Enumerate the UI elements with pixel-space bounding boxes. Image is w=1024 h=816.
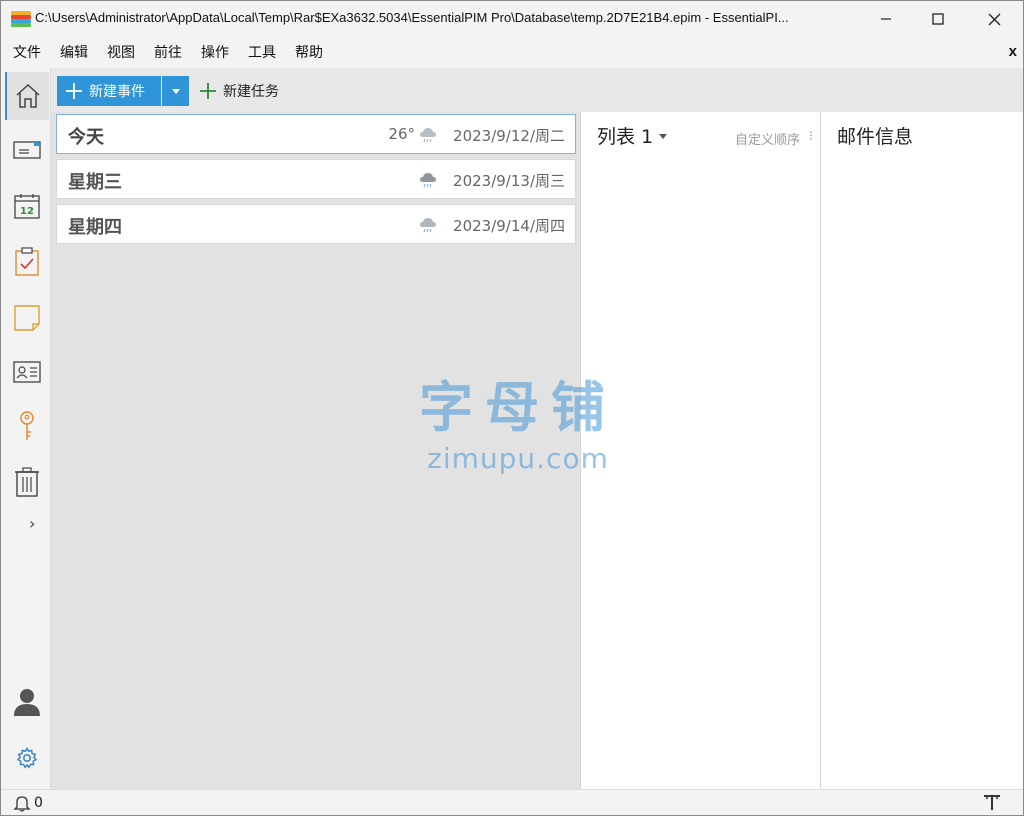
menu-go[interactable]: 前往 — [147, 42, 189, 62]
new-task-button[interactable]: 新建任务 — [199, 76, 279, 106]
close-button[interactable] — [971, 1, 1017, 37]
sidebar-item-contacts[interactable] — [5, 348, 49, 396]
toolbar: 新建事件 新建任务 — [51, 68, 1023, 112]
menu-tools[interactable]: 工具 — [241, 42, 283, 62]
day-name: 星期四 — [68, 217, 122, 238]
menu-help[interactable]: 帮助 — [288, 42, 330, 62]
sidebar-item-account[interactable] — [5, 678, 49, 726]
menu-close-button[interactable]: x — [1009, 43, 1017, 60]
new-event-label: 新建事件 — [89, 84, 145, 100]
trash-icon — [15, 467, 39, 497]
sidebar-item-today[interactable] — [5, 72, 49, 120]
day-card-thursday[interactable]: 星期四 2023/9/14/周四 — [56, 204, 576, 244]
sidebar-expand-chevron-icon[interactable]: › — [29, 514, 35, 533]
text-size-icon[interactable] — [983, 793, 1001, 811]
day-date: 2023/9/12/周二 — [453, 127, 565, 145]
notification-count: 0 — [34, 795, 43, 811]
window-title: C:\Users\Administrator\AppData\Local\Tem… — [35, 10, 789, 25]
day-name: 今天 — [68, 127, 104, 148]
note-icon — [14, 305, 40, 331]
home-icon — [16, 83, 40, 108]
day-card-today[interactable]: 今天 26° 2023/9/12/周二 — [56, 114, 576, 154]
new-task-label: 新建任务 — [223, 84, 279, 100]
title-bar: C:\Users\Administrator\AppData\Local\Tem… — [1, 1, 1023, 37]
sidebar-item-settings[interactable] — [5, 734, 49, 782]
maximize-icon — [932, 13, 944, 25]
sidebar-item-calendar[interactable]: 12 — [5, 182, 49, 230]
bell-icon[interactable] — [13, 794, 31, 812]
today-view-panel: 今天 26° 2023/9/12/周二 星期三 2023/9/13/周三 星期四 — [51, 112, 580, 789]
user-icon — [14, 689, 40, 716]
more-options-icon[interactable]: ⁝ — [809, 129, 813, 144]
day-date: 2023/9/14/周四 — [453, 217, 565, 235]
new-event-dropdown-button[interactable] — [162, 76, 189, 106]
svg-text:12: 12 — [20, 206, 34, 217]
rain-cloud-icon — [420, 173, 436, 188]
day-temperature: 26° — [388, 125, 415, 143]
gear-icon — [16, 747, 38, 769]
task-list-panel: 列表 1 自定义顺序 ⁝ — [580, 112, 821, 789]
maximize-button[interactable] — [915, 1, 961, 37]
menu-file[interactable]: 文件 — [6, 42, 48, 62]
app-window: C:\Users\Administrator\AppData\Local\Tem… — [0, 0, 1024, 816]
menu-view[interactable]: 视图 — [100, 42, 142, 62]
sidebar-item-tasks[interactable] — [5, 238, 49, 286]
minimize-icon — [881, 18, 891, 20]
key-icon — [20, 411, 34, 440]
day-date: 2023/9/13/周三 — [453, 172, 565, 190]
caret-down-icon[interactable] — [659, 134, 667, 139]
mail-icon — [13, 141, 41, 159]
calendar-icon: 12 — [14, 194, 40, 219]
menu-edit[interactable]: 编辑 — [53, 42, 95, 62]
sidebar-item-notes[interactable] — [5, 294, 49, 342]
caret-down-icon — [171, 88, 180, 94]
status-bar: 0 — [1, 789, 1023, 815]
rain-cloud-icon — [420, 218, 436, 233]
mail-info-panel: 邮件信息 — [821, 112, 1023, 789]
contact-card-icon — [13, 361, 41, 383]
sidebar-item-passwords[interactable] — [5, 402, 49, 450]
menu-bar: 文件 编辑 视图 前往 操作 工具 帮助 x — [1, 37, 1023, 67]
sidebar-item-trash[interactable] — [5, 458, 49, 506]
mail-panel-title: 邮件信息 — [837, 126, 914, 148]
day-card-wednesday[interactable]: 星期三 2023/9/13/周三 — [56, 159, 576, 199]
plus-icon — [66, 83, 82, 99]
app-logo-icon — [11, 11, 31, 27]
module-sidebar: 12 › — [1, 68, 51, 788]
menu-actions[interactable]: 操作 — [194, 42, 236, 62]
plus-icon — [200, 83, 216, 99]
close-icon — [988, 13, 1000, 25]
list-title[interactable]: 列表 1 — [597, 122, 653, 149]
sort-order-label[interactable]: 自定义顺序 — [735, 129, 800, 148]
day-name: 星期三 — [68, 172, 122, 193]
minimize-button[interactable] — [863, 1, 909, 37]
new-event-button[interactable]: 新建事件 — [57, 76, 161, 106]
rain-cloud-icon — [420, 128, 436, 143]
task-clipboard-icon — [15, 247, 39, 276]
sidebar-item-mail[interactable] — [5, 126, 49, 174]
